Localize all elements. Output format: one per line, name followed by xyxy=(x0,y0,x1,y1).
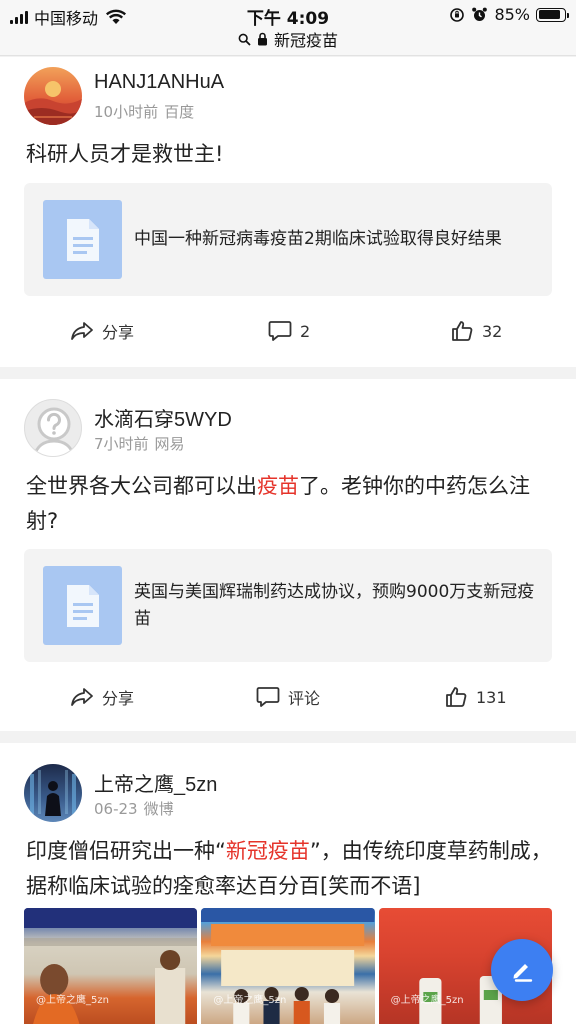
comment-label: 评论 xyxy=(288,689,321,708)
post-text-part: 全世界各大公司都可以出 xyxy=(26,474,257,498)
post-photo[interactable]: @上帝之鹰_5zn xyxy=(24,908,198,1024)
post-meta: 06-23 微博 xyxy=(94,798,180,819)
post-time: 7小时前 xyxy=(94,435,149,453)
figure-avatar[interactable] xyxy=(24,764,82,822)
post-text: 科研人员才是救世主! xyxy=(26,142,224,166)
comment-icon xyxy=(268,321,292,341)
post-photo[interactable]: @上帝之鹰_5zn xyxy=(201,908,375,1024)
monk-photo-image xyxy=(24,908,198,1024)
document-icon xyxy=(43,566,122,645)
post-meta: 10小时前 百度 xyxy=(94,101,200,122)
post-source: 百度 xyxy=(164,103,195,121)
post-time: 06-23 xyxy=(94,800,138,818)
sunset-avatar[interactable] xyxy=(24,67,82,125)
lock-icon xyxy=(257,32,267,46)
share-icon xyxy=(71,688,93,706)
comment-button[interactable]: 评论 xyxy=(256,677,320,717)
post-time: 10小时前 xyxy=(94,103,159,121)
status-bar: 中国移动 下午 4:09 85% 新冠疫苗 xyxy=(0,0,576,56)
thumbs-up-icon xyxy=(446,687,467,707)
link-title: 英国与美国辉瑞制药达成协议，预购9000万支新冠疫苗 xyxy=(134,581,535,629)
highlighted-keyword[interactable]: 疫苗 xyxy=(257,474,299,498)
edit-pen-icon xyxy=(513,964,533,982)
post-text-part: 印度僧侣研究出一种“ xyxy=(26,839,226,863)
link-preview[interactable]: 中国一种新冠病毒疫苗2期临床试验取得良好结果 xyxy=(24,183,552,296)
post-card[interactable]: 水滴石穿5WYD 7小时前 网易 全世界各大公司都可以出疫苗了。老钟你的中药怎么注… xyxy=(0,379,576,731)
highlighted-keyword[interactable]: 新冠疫苗 xyxy=(226,839,310,863)
search-icon xyxy=(238,33,251,46)
link-title: 中国一种新冠病毒疫苗2期临床试验取得良好结果 xyxy=(134,229,502,249)
alarm-icon xyxy=(472,7,488,21)
username[interactable]: 上帝之鹰_5zn xyxy=(94,768,217,797)
post-text: 全世界各大公司都可以出疫苗了。老钟你的中药怎么注射? xyxy=(26,469,556,539)
share-button[interactable]: 分享 xyxy=(70,311,134,351)
username[interactable]: 水滴石穿5WYD xyxy=(94,403,232,432)
like-button[interactable]: 32 xyxy=(450,311,502,351)
photo-watermark: @上帝之鹰_5zn xyxy=(36,995,109,1006)
post-card[interactable]: HANJ1ANHuA 10小时前 百度 科研人员才是救世主! 中国一种新冠病毒疫苗… xyxy=(0,57,576,367)
share-icon xyxy=(71,322,93,340)
url-bar[interactable]: 新冠疫苗 xyxy=(0,27,576,51)
post-source: 微博 xyxy=(143,800,174,818)
photo-grid: @上帝之鹰_5zn @上帝之鹰_5zn @上帝之鹰_5zn xyxy=(24,908,552,1024)
event-photo-image xyxy=(201,908,375,1024)
share-label: 分享 xyxy=(102,689,135,708)
like-count: 131 xyxy=(476,687,507,707)
battery-percent: 85% xyxy=(494,5,530,24)
comment-count: 2 xyxy=(300,321,311,341)
compose-button[interactable] xyxy=(491,939,553,1001)
photo-watermark: @上帝之鹰_5zn xyxy=(213,995,287,1006)
post-card[interactable]: 上帝之鹰_5zn 06-23 微博 印度僧侣研究出一种“新冠疫苗”，由传统印度草药… xyxy=(0,743,576,1024)
battery-icon xyxy=(536,7,569,22)
share-button[interactable]: 分享 xyxy=(70,677,134,717)
default-question-avatar[interactable] xyxy=(24,399,82,457)
post-meta: 7小时前 网易 xyxy=(94,433,191,454)
post-source: 网易 xyxy=(154,435,185,453)
like-count: 32 xyxy=(482,321,503,341)
thumbs-up-icon xyxy=(452,321,473,341)
post-text: 印度僧侣研究出一种“新冠疫苗”，由传统印度草药制成，据称临床试验的痊愈率达百分百… xyxy=(26,834,556,904)
url-text: 新冠疫苗 xyxy=(273,31,338,50)
comment-icon xyxy=(256,687,280,707)
photo-watermark: @上帝之鹰_5zn xyxy=(390,995,464,1006)
document-icon xyxy=(43,200,122,279)
link-preview[interactable]: 英国与美国辉瑞制药达成协议，预购9000万支新冠疫苗 xyxy=(24,549,552,662)
share-label: 分享 xyxy=(102,323,135,342)
status-icons: 85% xyxy=(449,5,569,24)
comment-button[interactable]: 2 xyxy=(268,311,310,351)
orientation-lock-icon xyxy=(450,7,465,22)
action-bar: 分享 2 32 xyxy=(0,311,576,351)
like-button[interactable]: 131 xyxy=(444,677,507,717)
action-bar: 分享 评论 131 xyxy=(0,677,576,717)
username[interactable]: HANJ1ANHuA xyxy=(94,71,224,94)
